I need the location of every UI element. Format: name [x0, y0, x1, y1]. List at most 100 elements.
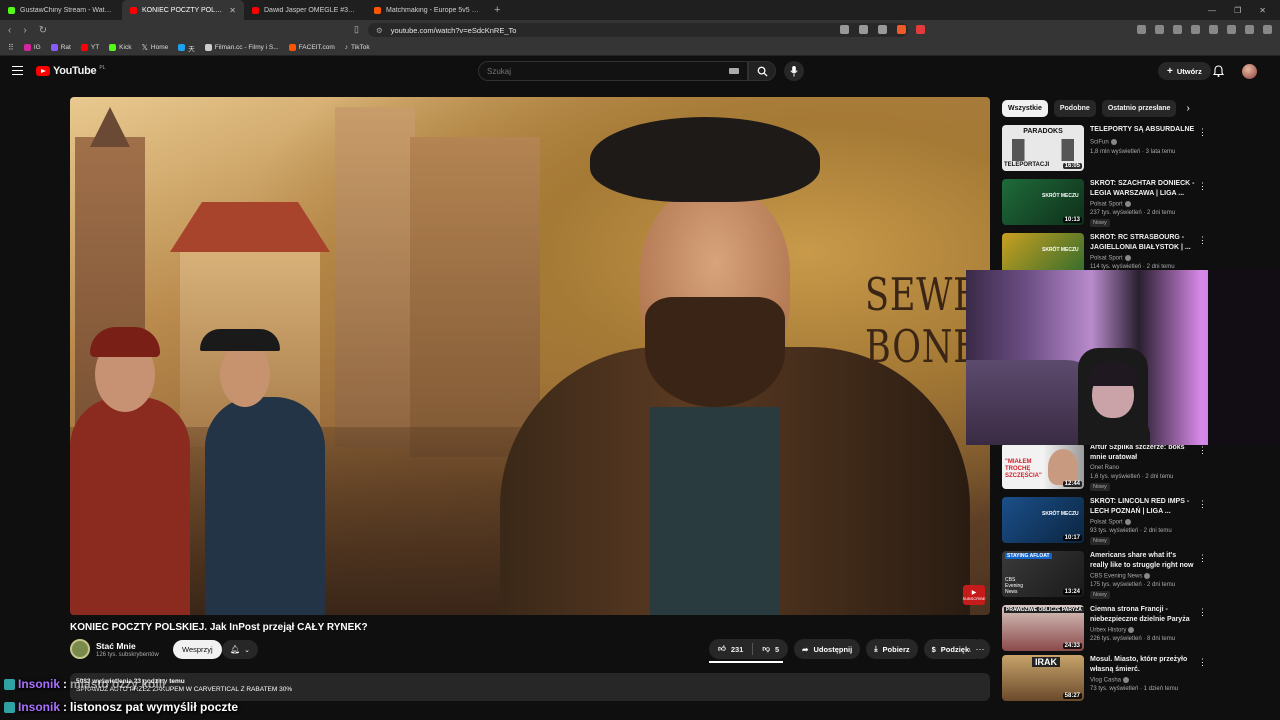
like-button[interactable]: 👍︎ 231 — [709, 639, 752, 659]
cast-icon[interactable] — [840, 25, 849, 34]
support-button[interactable]: Wesprzyj — [173, 640, 222, 659]
recommendation-item[interactable]: SKRÓT MECZU 10:17 SKRÓT: LINCOLN RED IMP… — [1002, 497, 1207, 547]
bookmark-rat[interactable]: Rat — [50, 44, 71, 51]
music-icon[interactable] — [1209, 25, 1218, 34]
search-button[interactable] — [748, 61, 776, 81]
extension-icon[interactable] — [1191, 25, 1200, 34]
extension-icon[interactable] — [1173, 25, 1182, 34]
video-thumbnail[interactable]: PARADOKS TELEPORTACJI 16:05 — [1002, 125, 1084, 171]
site-info-icon[interactable]: ⚙ — [376, 26, 383, 35]
recommendation-title: TELEPORTY SĄ ABSURDALNE — [1090, 126, 1195, 133]
restore-icon[interactable]: ❐ — [1234, 6, 1241, 15]
search-input[interactable] — [487, 66, 717, 76]
recommendation-meta: 175 tys. wyświetleń · 2 dni temu — [1090, 582, 1176, 588]
recommendation-item[interactable]: PARADOKS TELEPORTACJI 16:05 TELEPORTY SĄ… — [1002, 125, 1207, 175]
more-vertical-icon[interactable]: ⋮ — [1198, 607, 1207, 618]
subscription-notifications-button[interactable]: 🔔︎ ⌄ — [222, 640, 258, 659]
recommendation-item[interactable]: STAYING AFLOAT CBS Evening News 13:24 Amer… — [1002, 551, 1207, 601]
recommendation-title: SKRÓT: LINCOLN RED IMPS - LECH POZNAŃ | … — [1090, 498, 1190, 515]
recommendation-item[interactable]: "MIAŁEM TROCHĘ SZCZĘŚCIA" 12:44 Artur Szpi… — [1002, 443, 1207, 493]
microphone-icon — [790, 65, 798, 77]
bookmark-icon[interactable]: ▯ — [354, 24, 359, 35]
keyboard-icon[interactable] — [729, 68, 739, 74]
bookmark-yt[interactable]: YT — [80, 44, 99, 51]
video-thumbnail[interactable]: "MIAŁEM TROCHĘ SZCZĘŚCIA" 12:44 — [1002, 443, 1084, 489]
new-tab-button[interactable]: + — [488, 4, 506, 16]
video-thumbnail[interactable]: SKRÓT MECZU 10:17 — [1002, 497, 1084, 543]
minimize-icon[interactable]: — — [1208, 6, 1216, 15]
tab-youtube-active[interactable]: KONIEC POCZTY POLSKIEJ. Ja ✕ — [122, 0, 244, 20]
recommendation-item[interactable]: IRAK 58:27 Mosul. Miasto, które przeżyło… — [1002, 655, 1207, 705]
more-vertical-icon[interactable]: ⋮ — [1198, 127, 1207, 138]
channel-avatar[interactable] — [70, 639, 90, 659]
bookmark-home[interactable]: 𝕏 Home — [141, 43, 168, 52]
dislike-button[interactable]: 👎︎ 5 — [753, 639, 788, 659]
like-count: 231 — [730, 644, 744, 654]
zoom-icon[interactable] — [878, 25, 887, 34]
brave-shield-icon[interactable] — [897, 25, 906, 34]
account-avatar[interactable] — [1242, 64, 1257, 79]
reload-icon[interactable]: ↻ — [39, 25, 47, 36]
verified-icon — [1124, 201, 1131, 207]
more-vertical-icon[interactable]: ⋮ — [1198, 553, 1207, 564]
share-icon[interactable] — [859, 25, 868, 34]
channel-label: CBS Evening News — [1090, 573, 1143, 580]
new-badge: Nowy — [1090, 591, 1110, 599]
notifications-bell-icon[interactable] — [1213, 65, 1224, 77]
url-bar[interactable]: ⚙ youtube.com/watch?v=eSdcKnRE_To — [368, 23, 908, 37]
bookmark-faceit[interactable]: FACEIT.com — [288, 44, 335, 51]
sidebar-icon[interactable] — [1227, 25, 1236, 34]
more-vertical-icon[interactable]: ⋮ — [1198, 657, 1207, 668]
create-button[interactable]: + Utwórz — [1158, 62, 1211, 80]
tab-kick-stream[interactable]: GustawChiny Stream - Watch Live on — [0, 0, 122, 20]
video-thumbnail[interactable]: PRAWDZIWE OBLICZE PARYŻA 24:33 — [1002, 605, 1084, 651]
chevron-right-icon[interactable]: › — [1186, 103, 1189, 114]
more-actions-button[interactable]: ⋯ — [970, 639, 990, 659]
back-icon[interactable]: ‹ — [8, 25, 11, 36]
more-vertical-icon[interactable]: ⋮ — [1198, 181, 1207, 192]
thumbnail-text: CBS Evening News — [1005, 577, 1024, 595]
video-thumbnail[interactable]: IRAK 58:27 — [1002, 655, 1084, 701]
chip-all[interactable]: Wszystkie — [1002, 100, 1048, 117]
apps-grid-icon[interactable]: ⠿ — [8, 43, 14, 52]
more-vertical-icon[interactable]: ⋮ — [1198, 499, 1207, 510]
more-vertical-icon[interactable]: ⋮ — [1198, 235, 1207, 246]
bookmark-filman[interactable]: Filman.cc - Filmy i S... — [204, 44, 279, 51]
subscribe-watermark[interactable]: ▶ SUBSCRIBE — [962, 585, 986, 605]
share-button[interactable]: ➦ Udostępnij — [794, 639, 861, 659]
tab-faceit[interactable]: Matchmaking - Europe 5v5 Queue — [366, 0, 488, 20]
video-thumbnail[interactable]: SKRÓT MECZU 10:13 — [1002, 179, 1084, 225]
channel-name[interactable]: Stać Mnie — [96, 641, 136, 651]
voice-search-button[interactable] — [784, 61, 804, 81]
filman-icon — [204, 44, 212, 51]
brave-rewards-icon[interactable] — [916, 25, 925, 34]
vpn-icon[interactable] — [1137, 25, 1146, 34]
subscribe-watermark-label: SUBSCRIBE — [962, 596, 986, 601]
menu-icon[interactable] — [1263, 25, 1272, 34]
recommendation-item[interactable]: PRAWDZIWE OBLICZE PARYŻA 24:33 Ciemna st… — [1002, 605, 1207, 655]
bookmark-misc[interactable]: 天 — [178, 43, 195, 53]
extension-icon[interactable] — [1155, 25, 1164, 34]
youtube-logo[interactable]: YouTube PL — [36, 65, 105, 77]
video-player[interactable]: SEWERYN BONER ▶ SUBSCRIBE — [70, 97, 990, 615]
description-box[interactable]: 5083 wyświetlenia 23 godziny temu SPRAWD… — [70, 673, 990, 701]
close-window-icon[interactable]: ✕ — [1259, 6, 1266, 15]
tab-youtube-omegle[interactable]: Dawid Jasper OMEGLE #38 - YouTub — [244, 0, 366, 20]
wallet-icon[interactable] — [1245, 25, 1254, 34]
youtube-favicon-icon — [252, 6, 259, 14]
bookmark-ig[interactable]: IG — [23, 44, 41, 51]
thumbs-down-icon: 👎︎ — [762, 644, 770, 653]
download-button[interactable]: ⤓ Pobierz — [866, 639, 918, 659]
bookmark-tiktok[interactable]: ♪ TikTok — [345, 44, 370, 51]
chip-related[interactable]: Podobne — [1053, 100, 1096, 117]
video-thumbnail[interactable]: STAYING AFLOAT CBS Evening News 13:24 — [1002, 551, 1084, 597]
menu-hamburger-icon[interactable] — [12, 66, 23, 75]
chip-recent[interactable]: Ostatnio przesłane — [1101, 100, 1177, 117]
bookmark-kick[interactable]: Kick — [109, 44, 131, 51]
recommendation-item[interactable]: SKRÓT MECZU 10:13 SKRÓT: SZACHTAR DONIEC… — [1002, 179, 1207, 229]
forward-icon[interactable]: › — [23, 25, 26, 36]
verified-icon — [1124, 255, 1131, 261]
close-tab-icon[interactable]: ✕ — [229, 6, 236, 15]
more-vertical-icon[interactable]: ⋮ — [1198, 445, 1207, 456]
chevron-down-icon: ⌄ — [244, 646, 251, 654]
